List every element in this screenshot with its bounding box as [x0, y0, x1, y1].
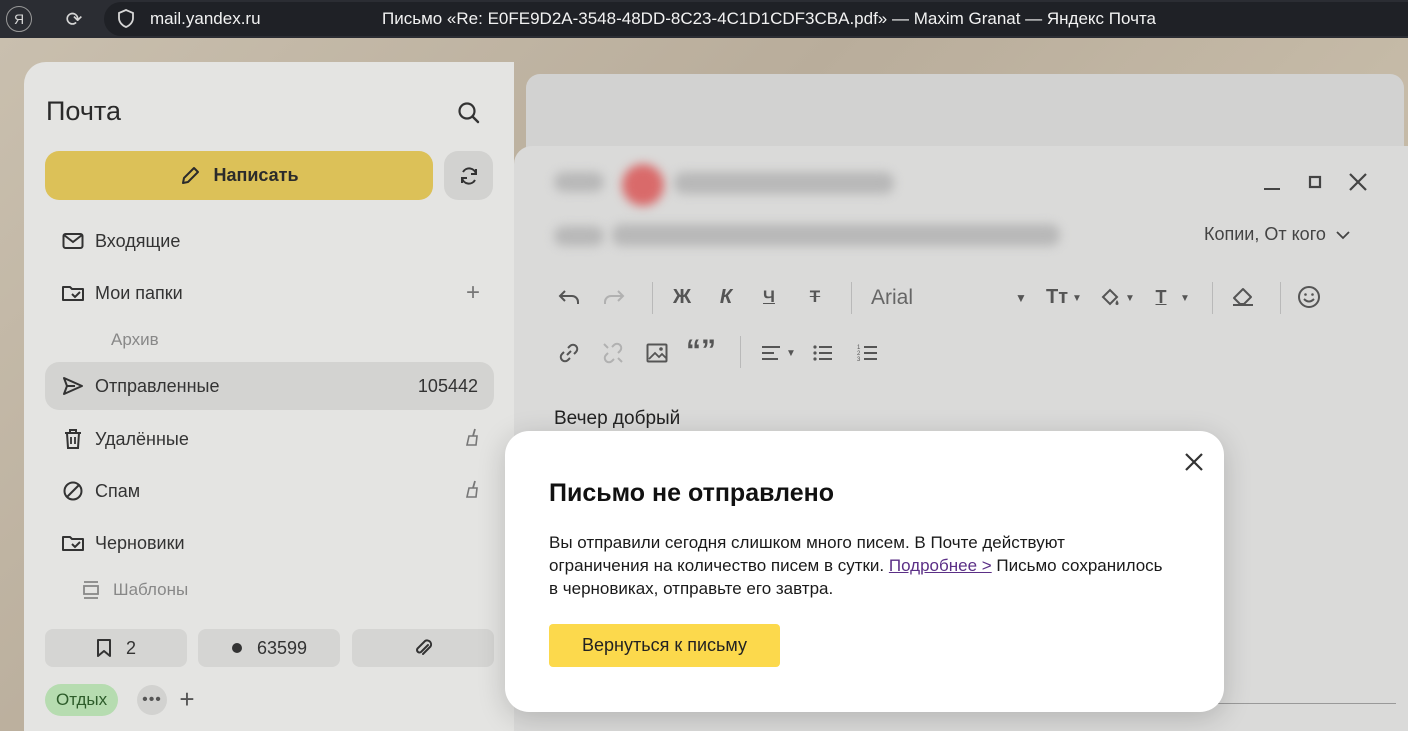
- chevron-down-icon: [1336, 230, 1350, 239]
- bookmarks-button[interactable]: 2: [45, 629, 187, 667]
- avatar: [622, 164, 664, 206]
- folder-label: Входящие: [95, 230, 181, 251]
- emoji-icon[interactable]: [1294, 282, 1324, 312]
- pencil-icon: [182, 166, 200, 184]
- redo-icon[interactable]: [599, 282, 629, 312]
- more-info-link[interactable]: Подробнее >: [889, 556, 992, 575]
- bold-button[interactable]: Ж: [667, 282, 697, 312]
- image-icon[interactable]: [642, 338, 672, 368]
- chevron-down-icon[interactable]: ▼: [1070, 286, 1084, 310]
- underline-button[interactable]: Ч: [754, 282, 784, 312]
- tags-more-button[interactable]: •••: [137, 685, 167, 715]
- brand-title[interactable]: Почта: [46, 96, 121, 127]
- recipient-chip[interactable]: [674, 172, 894, 194]
- folder-label: Архив: [111, 330, 159, 349]
- bookmark-icon: [96, 639, 111, 657]
- to-field-label: [554, 172, 604, 192]
- shield-icon[interactable]: [118, 9, 134, 28]
- unlink-icon[interactable]: [598, 338, 628, 368]
- text-color-button[interactable]: Т: [1146, 282, 1176, 312]
- bullet-list-icon[interactable]: [808, 338, 838, 368]
- link-icon[interactable]: [554, 338, 584, 368]
- compose-button[interactable]: Написать: [45, 151, 433, 200]
- toolbar-divider: [740, 336, 741, 368]
- sent-icon: [61, 374, 85, 398]
- email-body-line[interactable]: Вечер добрый: [554, 408, 680, 430]
- minimize-icon[interactable]: [1258, 168, 1286, 196]
- eraser-icon[interactable]: [1228, 282, 1258, 312]
- undo-icon[interactable]: [554, 282, 584, 312]
- close-icon[interactable]: [1344, 168, 1372, 196]
- folder-templates[interactable]: Шаблоны: [45, 566, 494, 614]
- font-select[interactable]: Arial: [871, 286, 913, 310]
- folder-archive[interactable]: Архив: [45, 316, 494, 364]
- refresh-button[interactable]: [444, 151, 493, 200]
- italic-button[interactable]: К: [711, 282, 741, 312]
- sidebar: Почта Написать Входящие Мои папки + Архи…: [24, 62, 514, 731]
- back-to-letter-button[interactable]: Вернуться к письму: [549, 624, 780, 667]
- folder-label: Шаблоны: [113, 580, 189, 599]
- folder-icon: [61, 281, 85, 305]
- chevron-down-icon[interactable]: ▼: [784, 341, 798, 365]
- paperclip-icon: [416, 639, 433, 655]
- trash-icon: [61, 427, 85, 451]
- browser-title-bar: Я ⟳ mail.yandex.ru Письмо «Re: E0FE9D2A-…: [0, 0, 1408, 38]
- refresh-icon: [460, 166, 477, 185]
- not-sent-dialog: Письмо не отправлено Вы отправили сегодн…: [505, 431, 1224, 712]
- broom-icon[interactable]: [464, 428, 480, 451]
- dialog-text: Вы отправили сегодня слишком много писем…: [549, 531, 1169, 600]
- toolbar-divider: [1280, 282, 1281, 314]
- search-icon[interactable]: [454, 98, 484, 128]
- unread-dot-icon: [231, 643, 242, 653]
- subject-label: [554, 226, 604, 246]
- inbox-icon: [61, 229, 85, 253]
- folder-label: Отправленные: [95, 375, 220, 396]
- url-text[interactable]: mail.yandex.ru: [150, 9, 261, 29]
- chevron-down-icon[interactable]: ▼: [1123, 286, 1137, 310]
- folder-label: Мои папки: [95, 282, 183, 303]
- fill-color-icon[interactable]: [1095, 282, 1125, 312]
- numbered-list-icon[interactable]: 123: [853, 338, 883, 368]
- folder-my-folders[interactable]: Мои папки +: [45, 269, 494, 317]
- folder-label: Спам: [95, 480, 141, 501]
- spam-icon: [61, 479, 85, 503]
- quote-icon[interactable]: “”: [684, 334, 718, 367]
- folder-trash[interactable]: Удалённые: [45, 415, 494, 463]
- folder-label: Удалённые: [95, 428, 189, 449]
- attachments-button[interactable]: [352, 629, 494, 667]
- reload-icon[interactable]: ⟳: [60, 5, 88, 33]
- dialog-title: Письмо не отправлено: [549, 479, 834, 507]
- unread-count: 63599: [256, 637, 308, 658]
- folder-count: 105442: [417, 375, 478, 396]
- align-icon[interactable]: [756, 338, 786, 368]
- close-icon[interactable]: [1180, 448, 1208, 476]
- svg-text:3: 3: [857, 357, 861, 362]
- yandex-browser-icon[interactable]: Я: [6, 6, 32, 32]
- page-title: Письмо «Re: E0FE9D2A-3548-48DD-8C23-4C1D…: [382, 9, 1156, 28]
- folder-label: Черновики: [95, 532, 185, 553]
- folder-inbox[interactable]: Входящие: [45, 217, 494, 265]
- subject-field[interactable]: [612, 224, 1060, 246]
- folder-spam[interactable]: Спам: [45, 467, 494, 515]
- templates-icon: [79, 578, 103, 602]
- folder-drafts[interactable]: Черновики: [45, 519, 494, 567]
- add-folder-button[interactable]: +: [466, 279, 480, 307]
- broom-icon[interactable]: [464, 480, 480, 503]
- chevron-down-icon[interactable]: ▼: [1178, 286, 1192, 310]
- strikethrough-button[interactable]: Т: [800, 282, 830, 312]
- add-tag-button[interactable]: +: [172, 682, 202, 716]
- tag-rest[interactable]: Отдых: [45, 684, 119, 716]
- bookmarks-count: 2: [125, 637, 136, 658]
- toolbar-divider: [1212, 282, 1213, 314]
- maximize-icon[interactable]: [1301, 168, 1329, 196]
- toolbar-divider: [652, 282, 653, 314]
- compose-label: Написать: [213, 165, 299, 185]
- unread-button[interactable]: 63599: [198, 629, 340, 667]
- copies-from-toggle[interactable]: Копии, От кого: [1204, 224, 1350, 245]
- font-dropdown-icon[interactable]: ▼: [1012, 286, 1030, 310]
- folder-sent[interactable]: Отправленные 105442: [45, 362, 494, 410]
- copies-label: Копии, От кого: [1204, 224, 1326, 244]
- toolbar-divider: [851, 282, 852, 314]
- folder-icon: [61, 531, 85, 555]
